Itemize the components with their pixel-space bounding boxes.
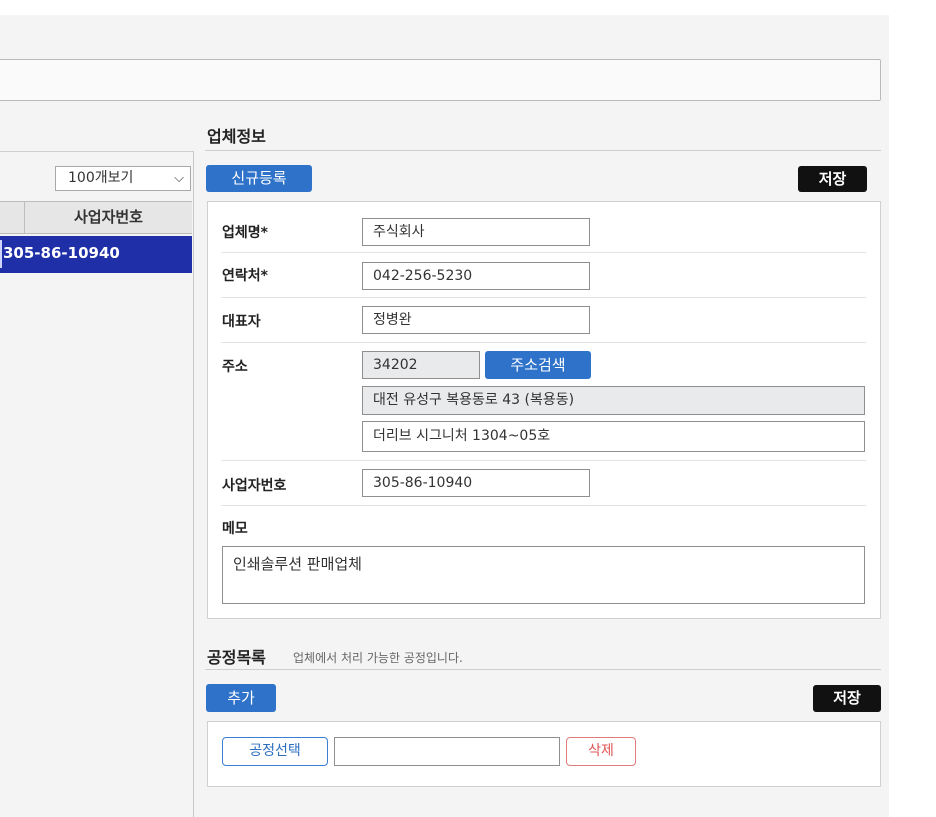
business-number-label: 사업자번호 [222, 478, 287, 494]
ceo-input[interactable]: 정병완 [362, 306, 590, 334]
chevron-down-icon: ⌵ [174, 171, 184, 186]
page-size-select-value: 100개보기 [68, 170, 134, 186]
process-add-button[interactable]: 추가 [206, 684, 276, 712]
form-row-divider [221, 252, 866, 253]
process-delete-button[interactable]: 삭제 [566, 737, 636, 766]
company-info-title: 업체정보 [207, 127, 266, 146]
contact-input[interactable]: 042-256-5230 [362, 262, 590, 290]
process-list-title: 공정목록 [207, 648, 266, 667]
company-info-divider [205, 150, 881, 151]
form-row-divider [221, 297, 866, 298]
page-size-select[interactable]: 100개보기 ⌵ [55, 166, 191, 191]
address-label: 주소 [222, 359, 248, 375]
process-save-button[interactable]: 저장 [813, 685, 881, 712]
form-row-divider [221, 460, 866, 461]
form-row-divider [221, 505, 866, 506]
memo-textarea[interactable]: 인쇄솔루션 판매업체 [222, 546, 865, 604]
company-name-input[interactable]: 주식회사 [362, 218, 590, 246]
zipcode-input[interactable]: 34202 [362, 351, 480, 379]
contact-label: 연락처* [222, 268, 268, 284]
process-select-button[interactable]: 공정선택 [222, 737, 328, 766]
business-number-input[interactable]: 305-86-10940 [362, 469, 590, 497]
memo-label: 메모 [222, 521, 248, 537]
company-name-label: 업체명* [222, 225, 268, 241]
address-search-button[interactable]: 주소검색 [485, 351, 591, 379]
address-detail-input[interactable]: 더리브 시그니처 1304~05호 [362, 421, 865, 452]
company-save-button[interactable]: 저장 [798, 166, 867, 192]
list-panel-divider [0, 151, 193, 152]
process-list-divider [205, 669, 881, 670]
form-row-divider [221, 342, 866, 343]
top-toolbar [0, 59, 881, 101]
table-row-selected[interactable]: 305-86-10940 [0, 236, 192, 273]
address-input[interactable]: 대전 유성구 복용동로 43 (복용동) [362, 386, 865, 415]
column-header-business-number[interactable]: 사업자번호 [25, 202, 192, 233]
process-name-input[interactable] [334, 737, 560, 766]
row-selection-marker [0, 240, 2, 268]
ceo-label: 대표자 [222, 314, 261, 330]
table-cell-business-number: 305-86-10940 [3, 244, 120, 262]
new-register-button[interactable]: 신규등록 [206, 165, 312, 192]
process-list-description: 업체에서 처리 가능한 공정입니다. [293, 651, 463, 665]
list-table-header: 사업자번호 [0, 201, 192, 234]
